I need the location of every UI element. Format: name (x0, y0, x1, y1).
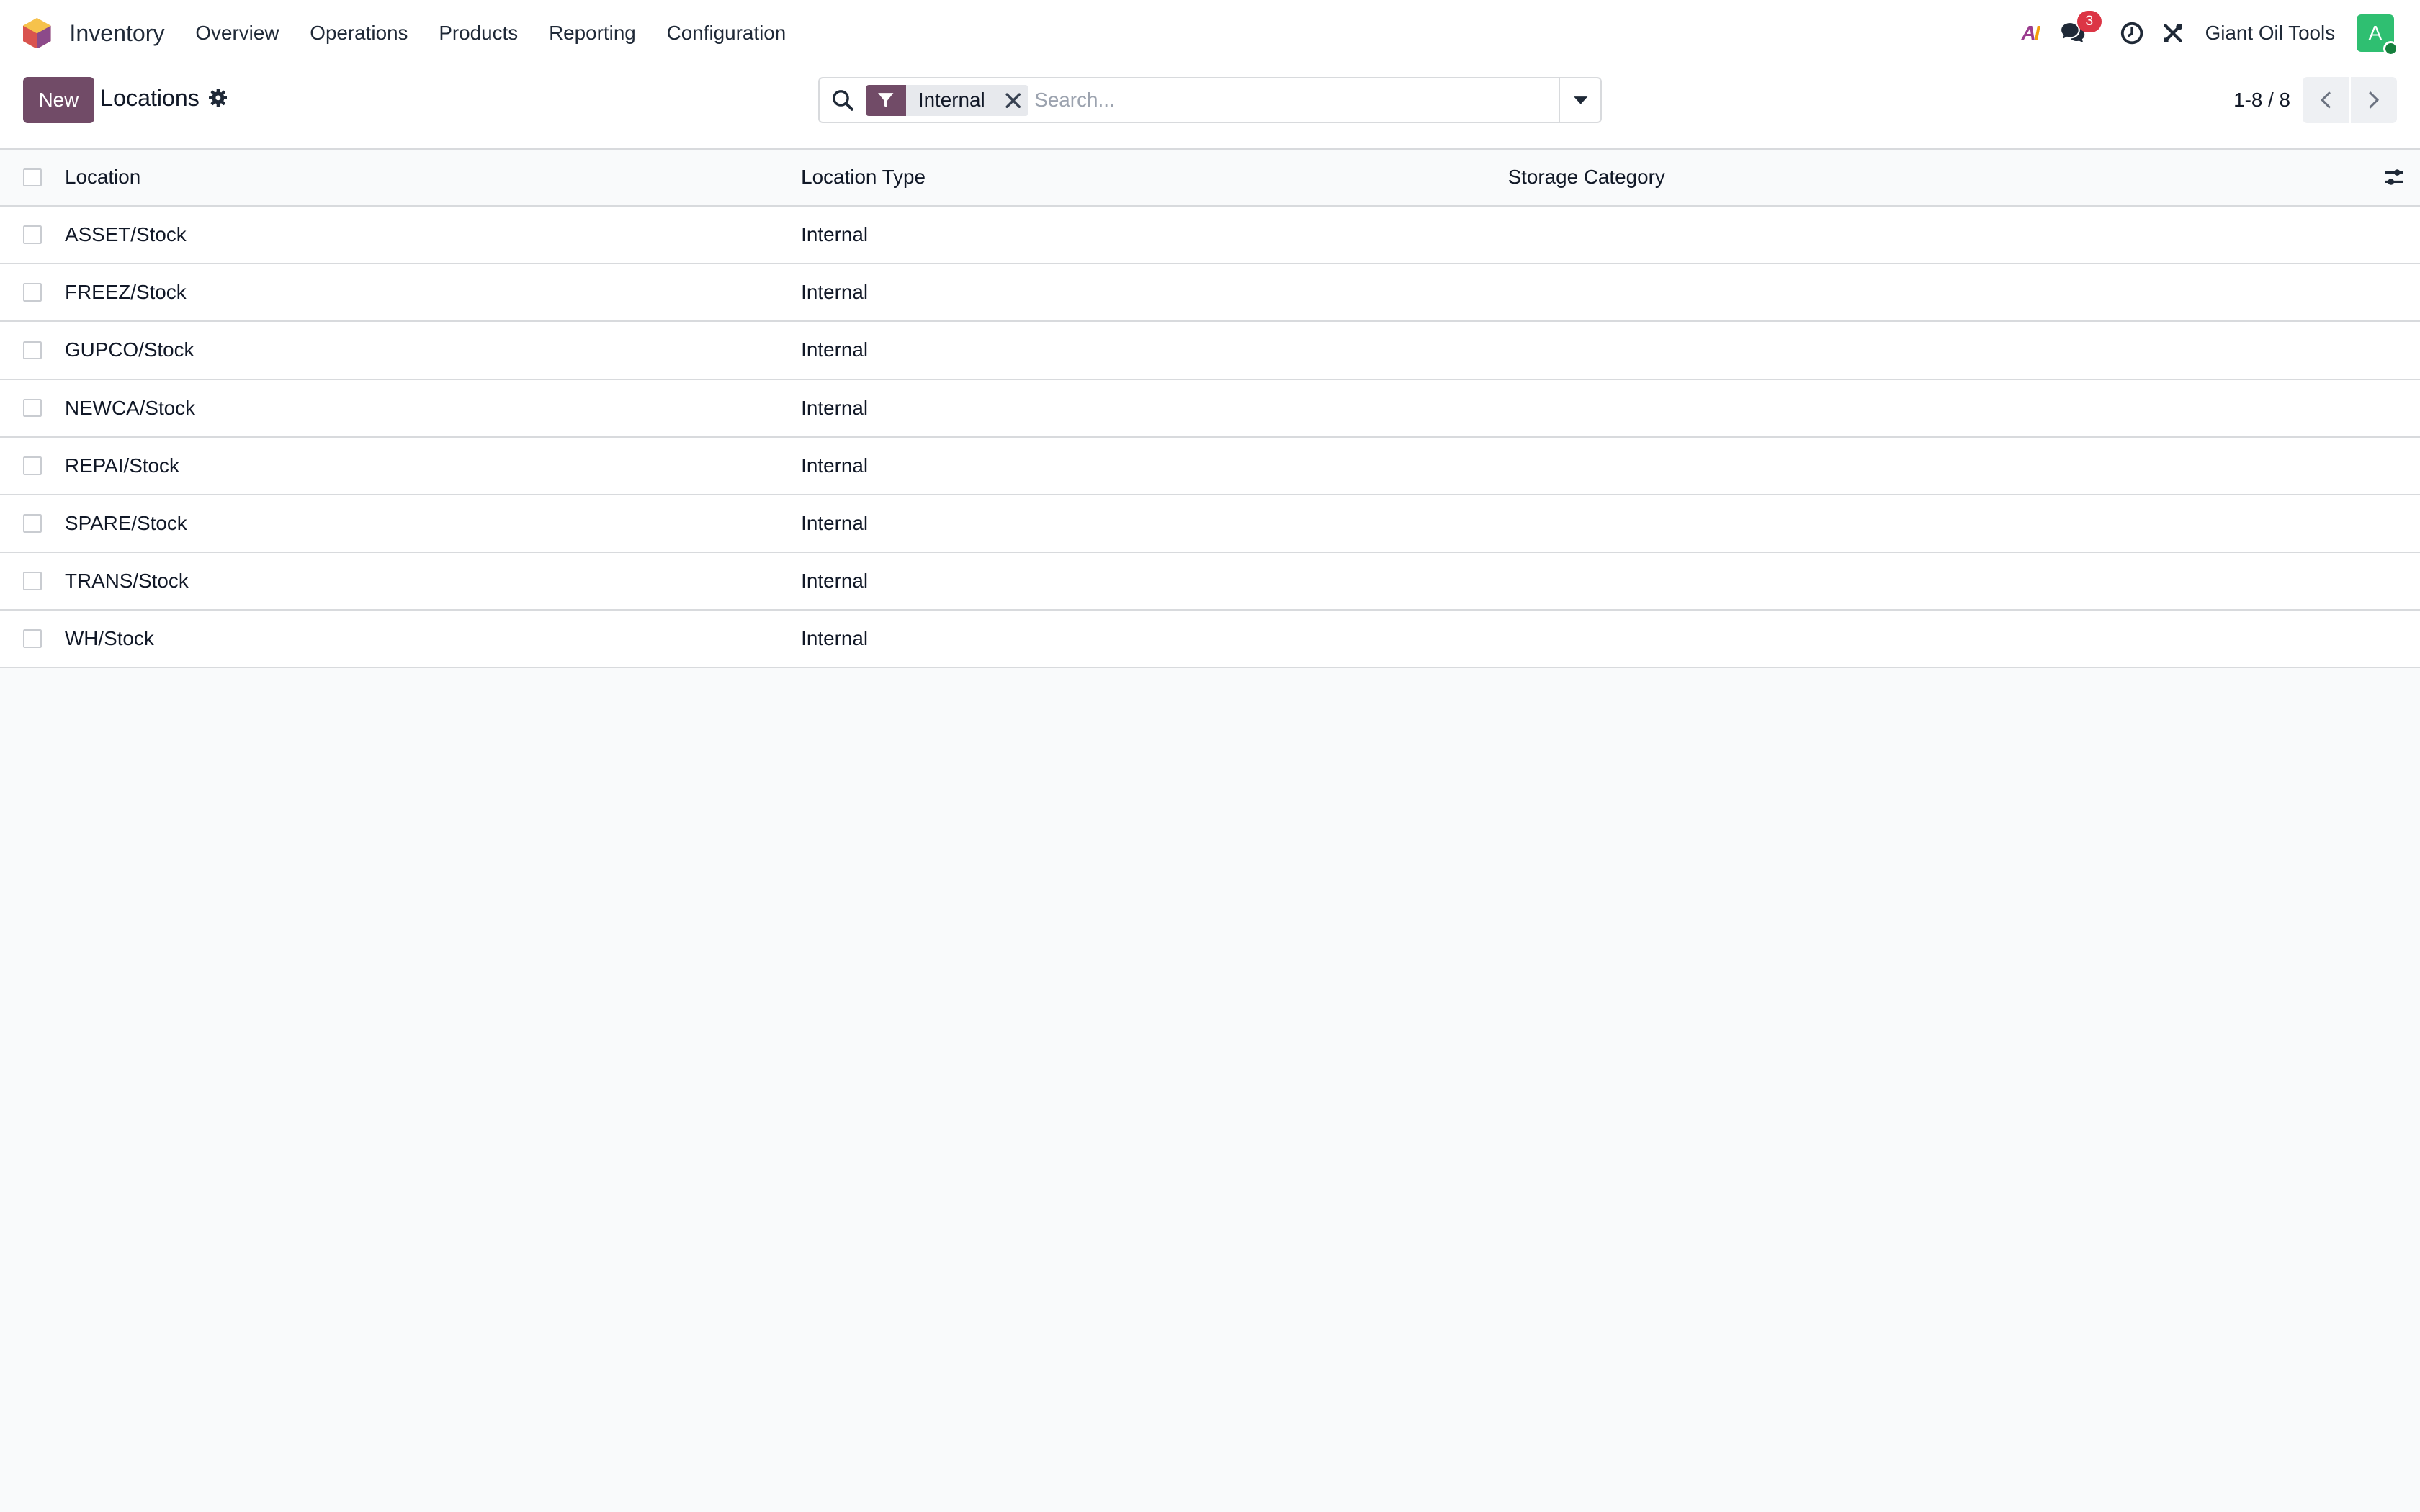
chevron-left-icon (2320, 91, 2331, 109)
pager: 1-8 / 8 (2233, 77, 2397, 124)
facet-close-icon[interactable] (998, 92, 1028, 108)
menu-item-products[interactable]: Products (439, 22, 518, 45)
cell-location: REPAI/Stock (65, 454, 179, 477)
online-status-icon (2383, 40, 2398, 57)
cell-location-type: Internal (801, 223, 869, 246)
column-header-location-type[interactable]: Location Type (801, 166, 926, 189)
cell-location: GUPCO/Stock (65, 338, 194, 361)
cell-location: NEWCA/Stock (65, 396, 196, 419)
select-all-checkbox[interactable] (23, 168, 42, 187)
app-logo-icon[interactable] (23, 17, 54, 50)
ai-icon-a: A (2021, 22, 2036, 45)
cell-location: WH/Stock (65, 627, 154, 650)
table-row[interactable]: TRANS/Stock Internal (0, 552, 2420, 611)
top-navbar: Inventory Overview Operations Products R… (0, 0, 2420, 67)
search-icon[interactable] (820, 89, 866, 112)
table-row[interactable]: GUPCO/Stock Internal (0, 322, 2420, 380)
table-row[interactable]: SPARE/Stock Internal (0, 495, 2420, 553)
table-row[interactable]: WH/Stock Internal (0, 611, 2420, 669)
filter-icon (865, 84, 906, 116)
cell-location: SPARE/Stock (65, 511, 187, 534)
row-checkbox[interactable] (23, 283, 42, 302)
tools-icon[interactable] (2162, 22, 2184, 44)
caret-down-icon (1573, 96, 1587, 104)
menu-item-reporting[interactable]: Reporting (549, 22, 636, 45)
pager-previous-button[interactable] (2303, 77, 2349, 124)
cell-location-type: Internal (801, 511, 869, 534)
row-checkbox[interactable] (23, 398, 42, 418)
column-header-location[interactable]: Location (65, 166, 140, 189)
search-input[interactable] (1034, 80, 1559, 121)
cell-location: FREEZ/Stock (65, 281, 187, 304)
cell-location-type: Internal (801, 281, 869, 304)
row-checkbox[interactable] (23, 514, 42, 533)
cell-location-type: Internal (801, 570, 869, 593)
chevron-right-icon (2369, 91, 2380, 109)
column-header-storage-category[interactable]: Storage Category (1508, 166, 1665, 189)
cell-location-type: Internal (801, 627, 869, 650)
cell-location-type: Internal (801, 454, 869, 477)
page-title: Locations (100, 84, 200, 111)
control-panel: New Locations Internal Search... 1-8 / 8 (0, 66, 2420, 150)
company-switcher[interactable]: Giant Oil Tools (2205, 22, 2336, 45)
menu-item-overview[interactable]: Overview (195, 22, 279, 45)
breadcrumb: Locations (100, 84, 228, 112)
facet-label: Internal (918, 89, 985, 112)
table-header: Location Location Type Storage Category (0, 149, 2420, 207)
menu-item-operations[interactable]: Operations (310, 22, 408, 45)
cell-location-type: Internal (801, 338, 869, 361)
cell-location: TRANS/Stock (65, 570, 189, 593)
avatar-letter: A (2368, 22, 2383, 45)
new-button[interactable]: New (23, 77, 94, 124)
row-checkbox[interactable] (23, 341, 42, 360)
search-bar: Internal (817, 77, 1603, 124)
activity-clock-icon[interactable] (2120, 22, 2143, 45)
row-checkbox[interactable] (23, 456, 42, 475)
table-row[interactable]: NEWCA/Stock Internal (0, 379, 2420, 438)
menu-item-configuration[interactable]: Configuration (667, 22, 786, 45)
messages-count-badge: 3 (2076, 11, 2102, 32)
optional-columns-icon[interactable] (2383, 166, 2405, 188)
table-row[interactable]: REPAI/Stock Internal (0, 437, 2420, 495)
ai-icon-i: I (2034, 22, 2040, 45)
row-checkbox[interactable] (23, 572, 42, 590)
filter-facet: Internal (865, 84, 1028, 116)
main-menu: Overview Operations Products Reporting C… (195, 22, 817, 45)
ai-icon[interactable]: AI (2021, 22, 2040, 45)
gear-icon[interactable] (208, 89, 228, 108)
row-checkbox[interactable] (23, 629, 42, 649)
cell-location-type: Internal (801, 396, 869, 419)
systray: AI 3 Giant Oil Tools A (2021, 0, 2398, 66)
messages-icon[interactable]: 3 (2060, 11, 2102, 45)
pager-next-button[interactable] (2350, 77, 2397, 124)
row-checkbox[interactable] (23, 225, 42, 245)
app-name[interactable]: Inventory (69, 20, 164, 47)
cell-location: ASSET/Stock (65, 223, 187, 246)
table-row[interactable]: FREEZ/Stock Internal (0, 264, 2420, 323)
locations-list: Location Location Type Storage Category … (0, 149, 2420, 669)
page: Inventory Overview Operations Products R… (0, 0, 2420, 1512)
search-options-toggle[interactable] (1559, 78, 1600, 122)
user-avatar[interactable]: A (2357, 14, 2398, 57)
pager-value[interactable]: 1-8 / 8 (2233, 89, 2290, 112)
table-row[interactable]: ASSET/Stock Internal (0, 207, 2420, 265)
